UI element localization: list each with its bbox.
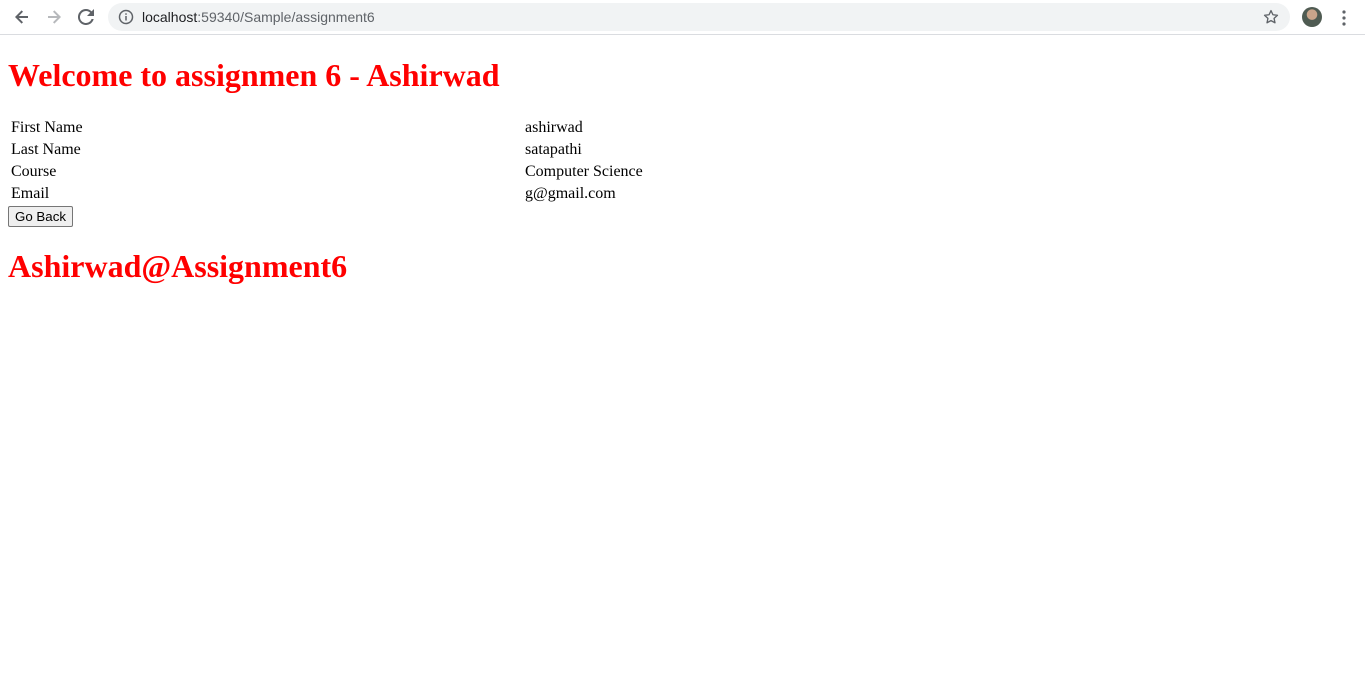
table-row: First Name ashirwad [10, 118, 766, 138]
course-label: Course [11, 163, 57, 180]
url-text[interactable]: localhost:59340/Sample/assignment6 [142, 9, 375, 25]
arrow-right-icon [48, 10, 61, 24]
course-value: Computer Science [525, 163, 643, 180]
last-name-label: Last Name [11, 141, 81, 158]
profile-avatar[interactable] [1302, 7, 1322, 27]
star-icon[interactable] [1262, 8, 1280, 26]
arrow-left-icon [15, 10, 28, 24]
last-name-value: satapathi [525, 141, 582, 158]
reload-button[interactable] [73, 5, 99, 29]
browser-toolbar: localhost:59340/Sample/assignment6 [0, 0, 1365, 35]
info-icon[interactable] [118, 9, 134, 25]
page-title: Welcome to assignmen 6 - Ashirwad [8, 57, 500, 93]
kebab-menu-icon[interactable] [1336, 9, 1352, 27]
table-row: Last Name satapathi [10, 140, 766, 160]
table-row: Email g@gmail.com [10, 184, 766, 204]
first-name-label: First Name [11, 119, 83, 136]
go-back-button[interactable]: Go Back [8, 206, 73, 227]
forward-button[interactable] [41, 5, 67, 29]
back-button[interactable] [9, 5, 35, 29]
table-row: Course Computer Science [10, 162, 766, 182]
email-label: Email [11, 185, 50, 202]
first-name-value: ashirwad [525, 119, 583, 136]
reload-icon [78, 9, 94, 25]
url-path: :59340/Sample/assignment6 [197, 9, 375, 25]
email-value: g@gmail.com [525, 185, 616, 202]
details-table: First Name ashirwad Last Name satapathi … [8, 116, 768, 206]
address-bar[interactable]: localhost:59340/Sample/assignment6 [108, 3, 1290, 31]
page-content: Welcome to assignmen 6 - Ashirwad First … [8, 36, 1357, 307]
footer-heading: Ashirwad@Assignment6 [8, 248, 348, 284]
url-host: localhost [142, 9, 198, 25]
